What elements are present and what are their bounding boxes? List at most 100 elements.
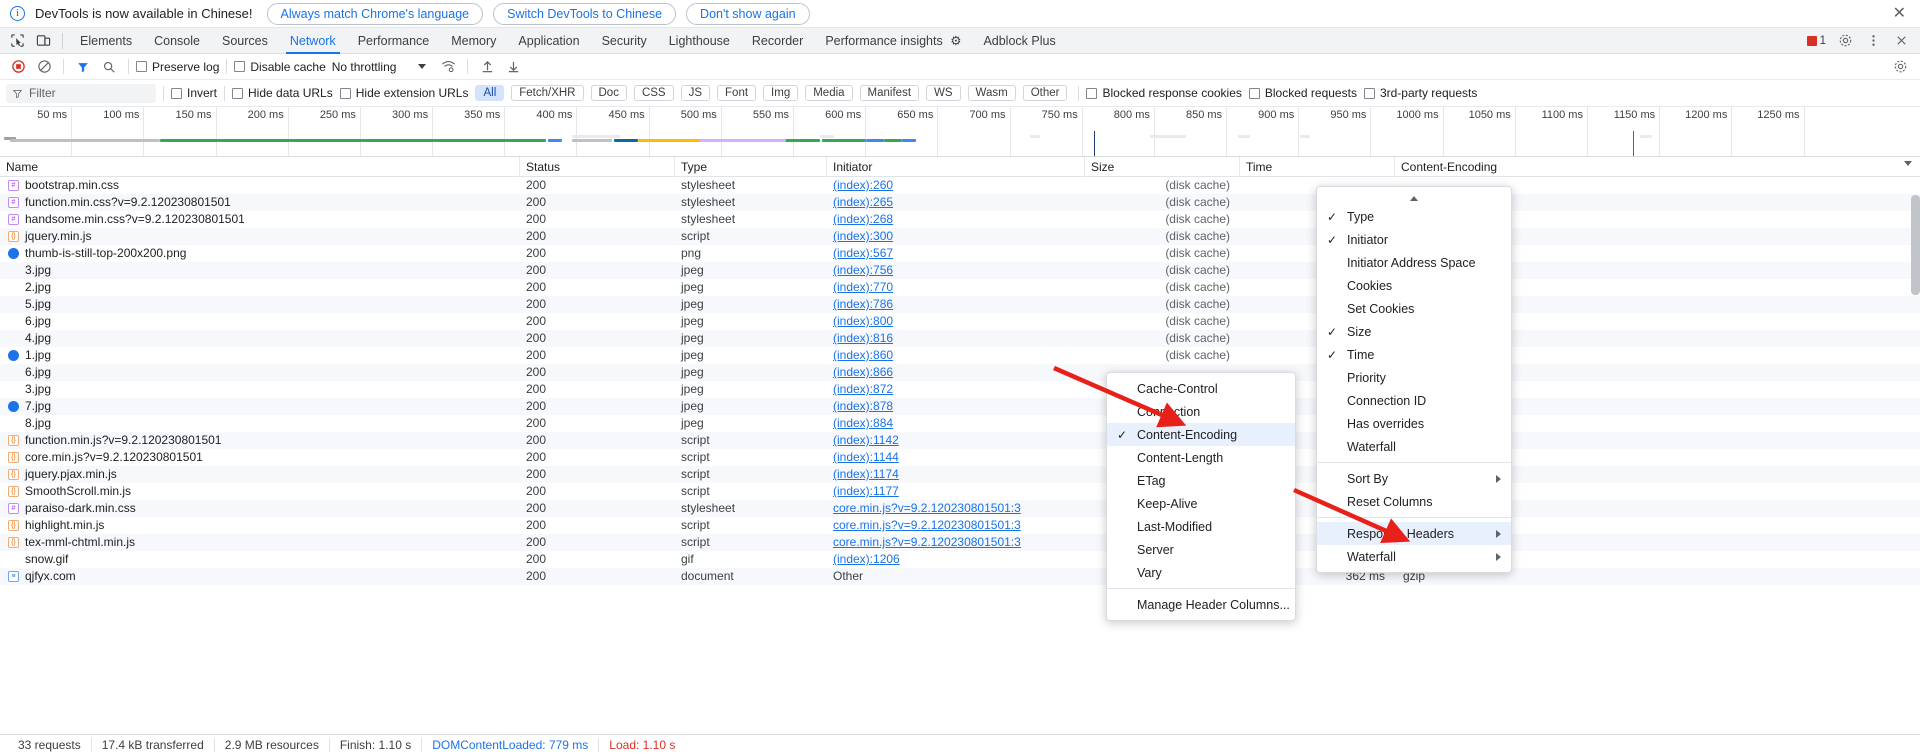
column-item-connection-id[interactable]: Connection ID [1317,389,1511,412]
column-header-initiator[interactable]: Initiator [827,156,1085,177]
menu-item-etag[interactable]: ETag [1107,469,1295,492]
table-row[interactable]: # paraiso-dark.min.css 200 stylesheet core.m… [0,500,1920,517]
initiator-link[interactable]: (index):878 [833,399,893,413]
import-har-icon[interactable] [475,56,499,78]
initiator-link[interactable]: (index):1142 [833,433,899,447]
menu-item-content-encoding[interactable]: Content-Encoding [1107,423,1295,446]
type-filter-ws[interactable]: WS [926,85,961,101]
table-row[interactable]: # bootstrap.min.css 200 stylesheet (index):2… [0,177,1920,194]
cell-initiator[interactable]: (index):300 [827,228,1085,245]
tab-memory[interactable]: Memory [440,28,507,54]
hide-extension-urls-checkbox[interactable]: Hide extension URLs [339,86,468,100]
type-filter-doc[interactable]: Doc [590,85,627,101]
cell-initiator[interactable]: (index):816 [827,330,1085,347]
menu-item-connection[interactable]: Connection [1107,400,1295,423]
initiator-link[interactable]: (index):816 [833,331,893,345]
column-item-initiator-address-space[interactable]: Initiator Address Space [1317,251,1511,274]
initiator-link[interactable]: core.min.js?v=9.2.120230801501:3 [833,501,1021,515]
cell-initiator[interactable]: (index):268 [827,211,1085,228]
cell-initiator[interactable]: core.min.js?v=9.2.120230801501:3 [827,500,1085,517]
filter-icon[interactable] [71,56,95,78]
menu-item-content-length[interactable]: Content-Length [1107,446,1295,469]
initiator-link[interactable]: (index):1174 [833,467,899,481]
menu-item-sort-by[interactable]: Sort By [1317,467,1511,490]
cell-initiator[interactable]: (index):1174 [827,466,1085,483]
initiator-link[interactable]: (index):265 [833,195,893,209]
menu-item-waterfall[interactable]: Waterfall [1317,545,1511,568]
type-filter-other[interactable]: Other [1022,85,1068,101]
menu-item-response-headers[interactable]: Response Headers [1317,522,1511,545]
column-item-type[interactable]: Type [1317,205,1511,228]
table-row[interactable]: 6.jpg 200 jpeg (index):800 (disk cache) [0,313,1920,330]
cell-initiator[interactable]: (index):260 [827,177,1085,194]
blocked-response-cookies-checkbox[interactable]: Blocked response cookies [1086,86,1242,100]
initiator-link[interactable]: (index):1144 [833,450,899,464]
invert-checkbox[interactable]: Invert [171,86,217,100]
close-icon[interactable]: ✕ [1887,5,1912,22]
tab-network[interactable]: Network [279,28,347,54]
cell-initiator[interactable]: (index):800 [827,313,1085,330]
menu-scroll-up-icon[interactable] [1317,191,1511,205]
table-row[interactable]: ≡ qjfyx.com 200 document Other 362 ms gzip [0,568,1920,585]
column-header-name[interactable]: Name [0,156,520,177]
type-filter-img[interactable]: Img [763,85,799,101]
type-filter-fetch-xhr[interactable]: Fetch/XHR [511,85,584,101]
initiator-link[interactable]: (index):866 [833,365,893,379]
inspect-element-icon[interactable] [4,29,30,53]
vertical-scrollbar[interactable] [1911,195,1920,295]
table-row[interactable]: # function.min.css?v=9.2.120230801501 200 s… [0,194,1920,211]
cell-initiator[interactable]: (index):786 [827,296,1085,313]
tab-console[interactable]: Console [143,28,211,54]
menu-item-server[interactable]: Server [1107,538,1295,561]
blocked-requests-checkbox[interactable]: Blocked requests [1248,86,1357,100]
column-item-size[interactable]: Size [1317,320,1511,343]
initiator-link[interactable]: core.min.js?v=9.2.120230801501:3 [833,535,1021,549]
cell-initiator[interactable]: core.min.js?v=9.2.120230801501:3 [827,534,1085,551]
table-row[interactable]: 4.jpg 200 jpeg (index):816 (disk cache) [0,330,1920,347]
menu-item-keep-alive[interactable]: Keep-Alive [1107,492,1295,515]
cell-initiator[interactable]: (index):872 [827,381,1085,398]
menu-item-cache-control[interactable]: Cache-Control [1107,377,1295,400]
table-row[interactable]: {} jquery.pjax.min.js 200 script (index):117… [0,466,1920,483]
type-filter-css[interactable]: CSS [633,85,674,101]
column-header-time[interactable]: Time [1240,156,1395,177]
cell-initiator[interactable]: (index):1142 [827,432,1085,449]
settings-gear-icon[interactable] [1888,56,1912,78]
network-overview-timeline[interactable]: 50 ms 100 ms 150 ms 200 ms 250 ms 300 ms 350 m… [0,107,1920,157]
close-devtools-icon[interactable] [1888,29,1914,53]
table-row[interactable]: 7.jpg 200 jpeg (index):878 [0,398,1920,415]
type-filter-media[interactable]: Media [805,85,853,101]
type-filter-font[interactable]: Font [717,85,757,101]
column-item-set-cookies[interactable]: Set Cookies [1317,297,1511,320]
tab-security[interactable]: Security [591,28,658,54]
tab-application[interactable]: Application [507,28,590,54]
clear-icon[interactable] [32,56,56,78]
third-party-requests-checkbox[interactable]: 3rd-party requests [1363,86,1477,100]
export-har-icon[interactable] [501,56,525,78]
table-row[interactable]: 6.jpg 200 jpeg (index):866 [0,364,1920,381]
error-count-badge[interactable]: 1 [1806,35,1826,47]
menu-item-reset-columns[interactable]: Reset Columns [1317,490,1511,513]
table-row[interactable]: thumb-is-still-top-200x200.png 200 png (ind… [0,245,1920,262]
table-row[interactable]: {} highlight.min.js 200 script core.min.js?v… [0,517,1920,534]
gear-icon[interactable] [1832,29,1858,53]
search-icon[interactable] [97,56,121,78]
table-row[interactable]: # handsome.min.css?v=9.2.120230801501 200 s… [0,211,1920,228]
table-row[interactable]: {} function.min.js?v=9.2.120230801501 200 s… [0,432,1920,449]
column-header-type[interactable]: Type [675,156,827,177]
table-row[interactable]: {} SmoothScroll.min.js 200 script (index):11… [0,483,1920,500]
initiator-link[interactable]: (index):260 [833,178,893,192]
network-conditions-icon[interactable] [436,56,460,78]
initiator-link[interactable]: (index):884 [833,416,893,430]
filter-input[interactable]: Filter [6,83,156,103]
throttling-select[interactable]: No throttling [332,60,427,74]
cell-initiator[interactable]: core.min.js?v=9.2.120230801501:3 [827,517,1085,534]
manage-header-columns-item[interactable]: Manage Header Columns... [1107,593,1295,616]
cell-initiator[interactable]: (index):1206 [827,551,1085,568]
initiator-link[interactable]: (index):300 [833,229,893,243]
device-toolbar-icon[interactable] [30,29,56,53]
column-item-has-overrides[interactable]: Has overrides [1317,412,1511,435]
cell-initiator[interactable]: Other [827,568,1085,585]
initiator-link[interactable]: (index):800 [833,314,893,328]
table-row[interactable]: 2.jpg 200 jpeg (index):770 (disk cache) [0,279,1920,296]
